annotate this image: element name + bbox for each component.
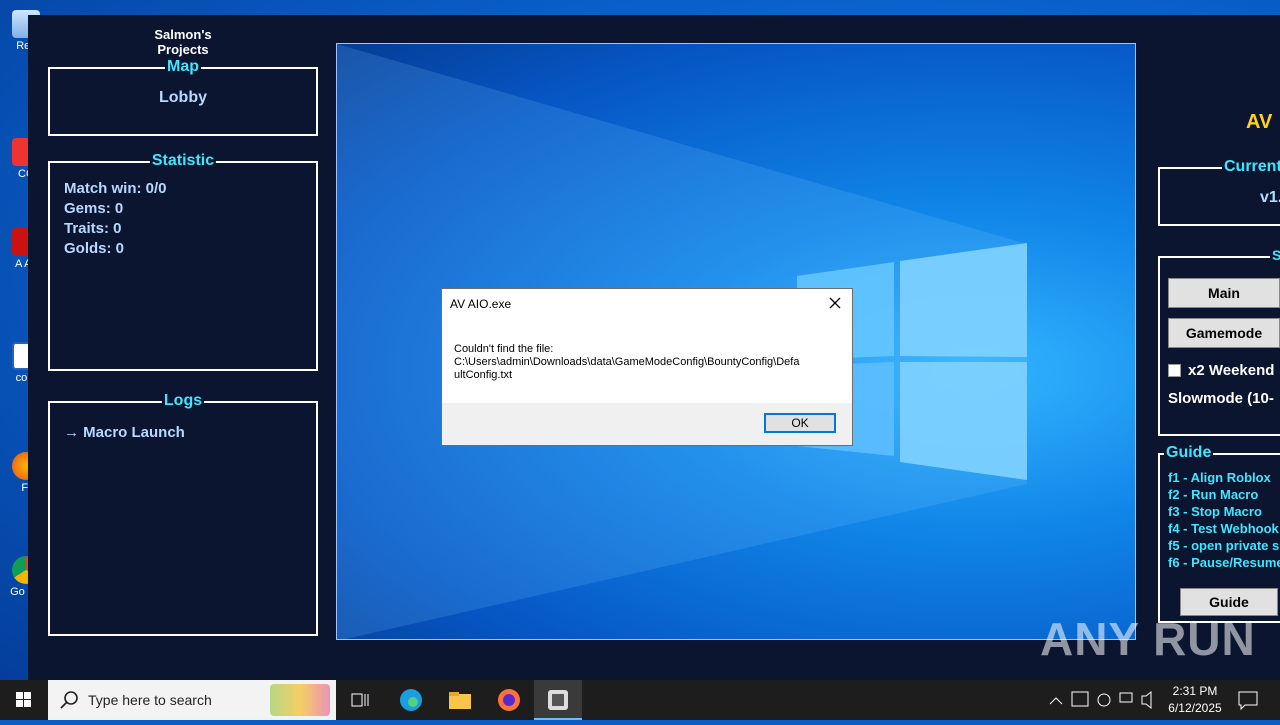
statistic-panel: Statistic Match win: 0/0 Gems: 0 Traits:… [48, 152, 318, 371]
guide-legend: Guide [1164, 444, 1214, 462]
notification-center-icon[interactable] [1236, 688, 1260, 712]
dialog-message: Couldn't find the file: C:\Users\admin\D… [454, 343, 834, 382]
network-icon[interactable] [1119, 692, 1133, 703]
ok-button[interactable]: OK [764, 413, 836, 433]
map-panel: Map Lobby [48, 58, 318, 136]
dialog-title: AV AIO.exe [450, 297, 512, 311]
clock-time: 2:31 PM [1172, 684, 1218, 698]
stat-golds: Golds: 0 [64, 240, 125, 257]
logs-legend: Logs [161, 392, 205, 410]
stat-gems: Gems: 0 [64, 200, 124, 217]
x2-weekend-label: x2 Weekend [1188, 362, 1275, 379]
taskbar-clock[interactable]: 2:31 PM 6/12/2025 [1160, 683, 1230, 717]
app-heading: AV [1246, 111, 1273, 133]
file-explorer-icon[interactable] [446, 686, 474, 714]
search-highlight-image [270, 684, 330, 716]
dialog-footer: OK [442, 403, 852, 445]
main-button[interactable]: Main [1168, 278, 1280, 308]
security-icon[interactable] [1071, 691, 1089, 707]
map-legend: Map [165, 58, 201, 76]
anyrun-watermark: ANY RUN [1040, 613, 1256, 665]
search-placeholder: Type here to search [88, 692, 212, 708]
show-hidden-icons-icon[interactable] [1049, 697, 1063, 705]
guide-f1: f1 - Align Roblox [1168, 470, 1271, 485]
app-title: Salmon's Projects [154, 27, 212, 57]
log-entry: → Macro Launch [64, 424, 185, 441]
task-view-icon[interactable] [346, 686, 374, 714]
app-tray-icon[interactable] [1097, 693, 1111, 707]
volume-icon[interactable] [1141, 690, 1152, 710]
x2-weekend-checkbox[interactable] [1168, 364, 1181, 377]
edge-icon[interactable] [397, 686, 425, 714]
current-version-value: v1. [1260, 189, 1280, 206]
system-tray [1046, 680, 1156, 720]
settings-legend: Sett [1270, 247, 1280, 263]
taskbar: Type here to search 2:31 PM 6/12/2025 [0, 680, 1280, 720]
map-value: Lobby [159, 89, 207, 106]
search-icon [60, 691, 78, 709]
guide-panel: Guide f1 - Align Roblox f2 - Run Macro f… [1158, 444, 1280, 623]
av-aio-app-icon [548, 690, 568, 710]
guide-f5: f5 - open private s [1168, 538, 1280, 553]
dialog-message-line: ultConfig.txt [454, 369, 513, 381]
gamemode-button[interactable]: Gamemode [1168, 318, 1280, 348]
stat-match-win: Match win: 0/0 [64, 180, 167, 197]
windows-start-icon [16, 692, 31, 707]
firefox-taskbar-icon[interactable] [495, 686, 523, 714]
statistic-legend: Statistic [149, 152, 217, 170]
active-app-taskbar-button[interactable] [534, 680, 582, 720]
guide-f6: f6 - Pause/Resume [1168, 555, 1280, 570]
settings-panel: Sett Main Gamemode x2 Weekend Slowmode (… [1158, 247, 1280, 436]
current-legend: Current [1222, 158, 1280, 176]
stat-traits: Traits: 0 [64, 220, 122, 237]
guide-f4: f4 - Test Webhook [1168, 521, 1279, 536]
dialog-message-line: Couldn't find the file: [454, 343, 554, 355]
close-icon[interactable] [824, 293, 846, 315]
slowmode-label: Slowmode (10- [1168, 390, 1274, 407]
current-version-panel: Current v1. [1158, 158, 1280, 226]
guide-f3: f3 - Stop Macro [1168, 504, 1262, 519]
logs-panel: Logs → Macro Launch [48, 392, 318, 636]
start-button[interactable] [0, 680, 48, 720]
guide-f2: f2 - Run Macro [1168, 487, 1259, 502]
clock-date: 6/12/2025 [1168, 701, 1222, 715]
taskbar-search-box[interactable]: Type here to search [48, 680, 336, 720]
error-dialog: AV AIO.exe Couldn't find the file: C:\Us… [441, 288, 853, 446]
dialog-message-line: C:\Users\admin\Downloads\data\GameModeCo… [454, 356, 800, 368]
